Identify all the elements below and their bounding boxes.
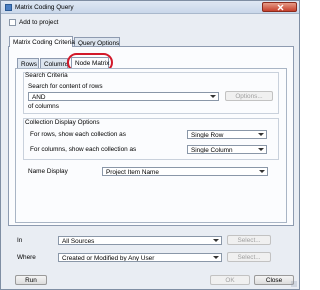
in-select-button[interactable]: Select... — [227, 235, 271, 245]
tab-label: Matrix Coding Criteria — [13, 39, 75, 46]
search-criteria-heading: Search Criteria — [25, 72, 68, 79]
chevron-down-icon — [258, 133, 264, 136]
chevron-down-icon — [213, 256, 219, 259]
name-display-select[interactable]: Project Item Name — [102, 167, 268, 176]
add-to-project-label: Add to project — [19, 19, 59, 26]
window-title: Matrix Coding Query — [15, 4, 74, 11]
tab-rows[interactable]: Rows — [17, 58, 39, 68]
rows-collection-label: For rows, show each collection as — [30, 131, 126, 138]
select-value: All Sources — [62, 238, 95, 245]
window-close-button[interactable] — [262, 2, 297, 12]
operator-value: AND — [32, 94, 46, 101]
button-label: OK — [225, 277, 235, 284]
tab-label: Rows — [21, 61, 37, 68]
where-user-select[interactable]: Created or Modified by Any User — [58, 253, 222, 262]
operator-select[interactable]: AND — [28, 92, 219, 101]
tab-node-matrix[interactable]: Node Matrix — [71, 57, 109, 68]
button-label: Run — [25, 277, 37, 284]
of-columns-label: of columns — [28, 103, 59, 110]
close-button[interactable]: Close — [254, 275, 294, 285]
where-select-button[interactable]: Select... — [227, 252, 271, 262]
select-value: Single Column — [191, 147, 233, 154]
tab-matrix-coding-criteria[interactable]: Matrix Coding Criteria — [9, 36, 75, 47]
tab-label: Columns — [44, 61, 70, 68]
name-display-label: Name Display — [28, 168, 68, 175]
options-button[interactable]: Options... — [225, 91, 273, 101]
title-bar[interactable]: Matrix Coding Query — [1, 1, 299, 14]
tab-label: Node Matrix — [75, 60, 110, 67]
add-to-project-checkbox[interactable] — [9, 19, 16, 26]
tab-columns[interactable]: Columns — [40, 58, 70, 68]
collection-display-heading: Collection Display Options — [25, 119, 100, 126]
button-label: Select... — [237, 254, 261, 261]
chevron-down-icon — [258, 148, 264, 151]
select-value: Project Item Name — [106, 169, 159, 176]
button-label: Options... — [235, 93, 263, 100]
where-label: Where — [17, 254, 36, 261]
rows-collection-select[interactable]: Single Row — [187, 130, 267, 139]
in-sources-select[interactable]: All Sources — [58, 236, 222, 245]
search-content-label: Search for content of rows — [28, 83, 103, 90]
chevron-down-icon — [259, 170, 265, 173]
app-icon — [5, 4, 12, 11]
close-icon — [277, 4, 284, 11]
columns-collection-select[interactable]: Single Column — [187, 145, 267, 154]
resize-grip[interactable] — [291, 281, 297, 287]
button-label: Select... — [237, 237, 261, 244]
chevron-down-icon — [213, 239, 219, 242]
columns-collection-label: For columns, show each collection as — [30, 146, 137, 153]
in-label: In — [17, 237, 23, 244]
select-value: Created or Modified by Any User — [62, 255, 155, 262]
dialog-window: Matrix Coding Query Add to project Matri… — [0, 0, 300, 290]
select-value: Single Row — [191, 132, 224, 139]
button-label: Close — [265, 277, 283, 284]
run-button[interactable]: Run — [15, 275, 47, 285]
ok-button[interactable]: OK — [210, 275, 250, 285]
chevron-down-icon — [210, 95, 216, 98]
